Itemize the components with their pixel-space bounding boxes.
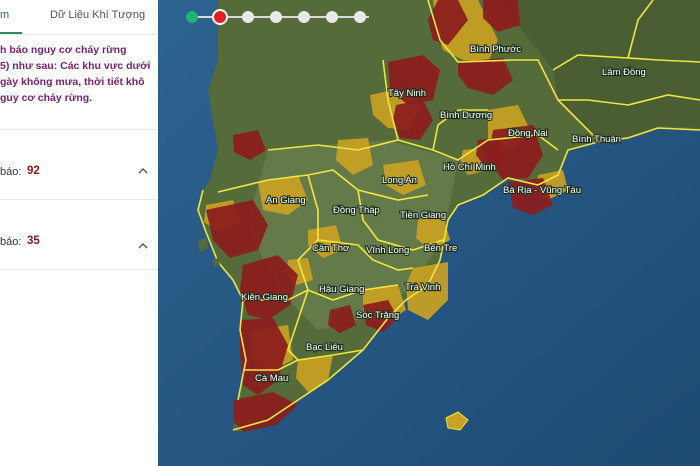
label-tay-ninh: Tây Ninh (388, 88, 426, 99)
label-ca-mau: Cà Mau (255, 373, 288, 384)
fire-risk-map[interactable]: Lâm Đồng Bình Phước Tây Ninh Bình Dương … (158, 0, 700, 466)
tab-bar: m Dữ Liệu Khí Tượng (0, 0, 158, 34)
label-can-tho: Cần Thơ (312, 243, 349, 254)
map-canvas: Lâm Đồng Bình Phước Tây Ninh Bình Dương … (158, 0, 700, 466)
label-kien-giang: Kiên Giang (241, 292, 288, 303)
label-lam-dong: Lâm Đồng (602, 67, 646, 78)
label-hau-giang: Hậu Giang (319, 284, 364, 295)
warning-count-row[interactable]: báo: 92 (0, 163, 158, 183)
warning-count-label: báo: (0, 166, 22, 178)
label-an-giang: An Giang (266, 195, 306, 206)
warning-line: gày không mưa, thời tiết khô (0, 76, 145, 88)
tab-forecast[interactable]: m (0, 0, 22, 34)
divider (0, 199, 158, 200)
step-dot-active[interactable] (214, 11, 226, 23)
label-dong-thap: Đồng Tháp (333, 205, 380, 216)
chevron-up-icon[interactable] (137, 163, 149, 179)
label-dong-nai: Đồng Nai (508, 128, 548, 139)
warning-line: 5) như sau: Các khu vực dưới (0, 60, 151, 72)
step-dot[interactable] (326, 11, 338, 23)
timeline-stepper (186, 8, 376, 26)
chevron-up-icon[interactable] (137, 238, 149, 254)
warning-line: guy cơ cháy rừng. (0, 92, 93, 104)
label-tra-vinh: Trà Vinh (405, 282, 440, 293)
step-dot[interactable] (270, 11, 282, 23)
step-dot[interactable] (242, 11, 254, 23)
step-dot[interactable] (354, 11, 366, 23)
label-tien-giang: Tiền Giang (400, 210, 446, 221)
warning-count-label: báo: (0, 236, 22, 248)
label-bac-lieu: Bạc Liêu (306, 342, 343, 353)
tab-forecast-label: m (0, 9, 10, 21)
step-dot[interactable] (298, 11, 310, 23)
tab-weather-data[interactable]: Dữ Liệu Khí Tượng (50, 9, 145, 21)
label-ho-chi-minh: Hồ Chí Minh (443, 162, 496, 173)
tab-divider (0, 34, 158, 35)
warning-count-value: 35 (27, 235, 40, 247)
warning-count-value: 92 (27, 165, 40, 177)
warning-count-row[interactable]: báo: 35 (0, 233, 158, 253)
divider (0, 269, 158, 270)
divider (0, 129, 158, 130)
warning-line: h báo nguy cơ cháy rừng (0, 44, 127, 56)
label-binh-duong: Bình Dương (440, 110, 492, 121)
step-dot[interactable] (186, 11, 198, 23)
label-vinh-long: Vĩnh Long (366, 245, 409, 256)
label-ba-ria-vung-tau: Bà Rịa - Vũng Tàu (503, 185, 581, 196)
label-ben-tre: Bến Tre (424, 243, 457, 254)
info-panel: m Dữ Liệu Khí Tượng h báo nguy cơ cháy r… (0, 0, 159, 466)
warning-text: h báo nguy cơ cháy rừng 5) như sau: Các … (0, 42, 156, 106)
label-soc-trang: Sóc Trăng (356, 310, 399, 321)
label-binh-thuan: Bình Thuận (572, 134, 621, 145)
label-binh-phuoc: Bình Phước (470, 44, 521, 55)
label-long-an: Long An (382, 175, 417, 186)
